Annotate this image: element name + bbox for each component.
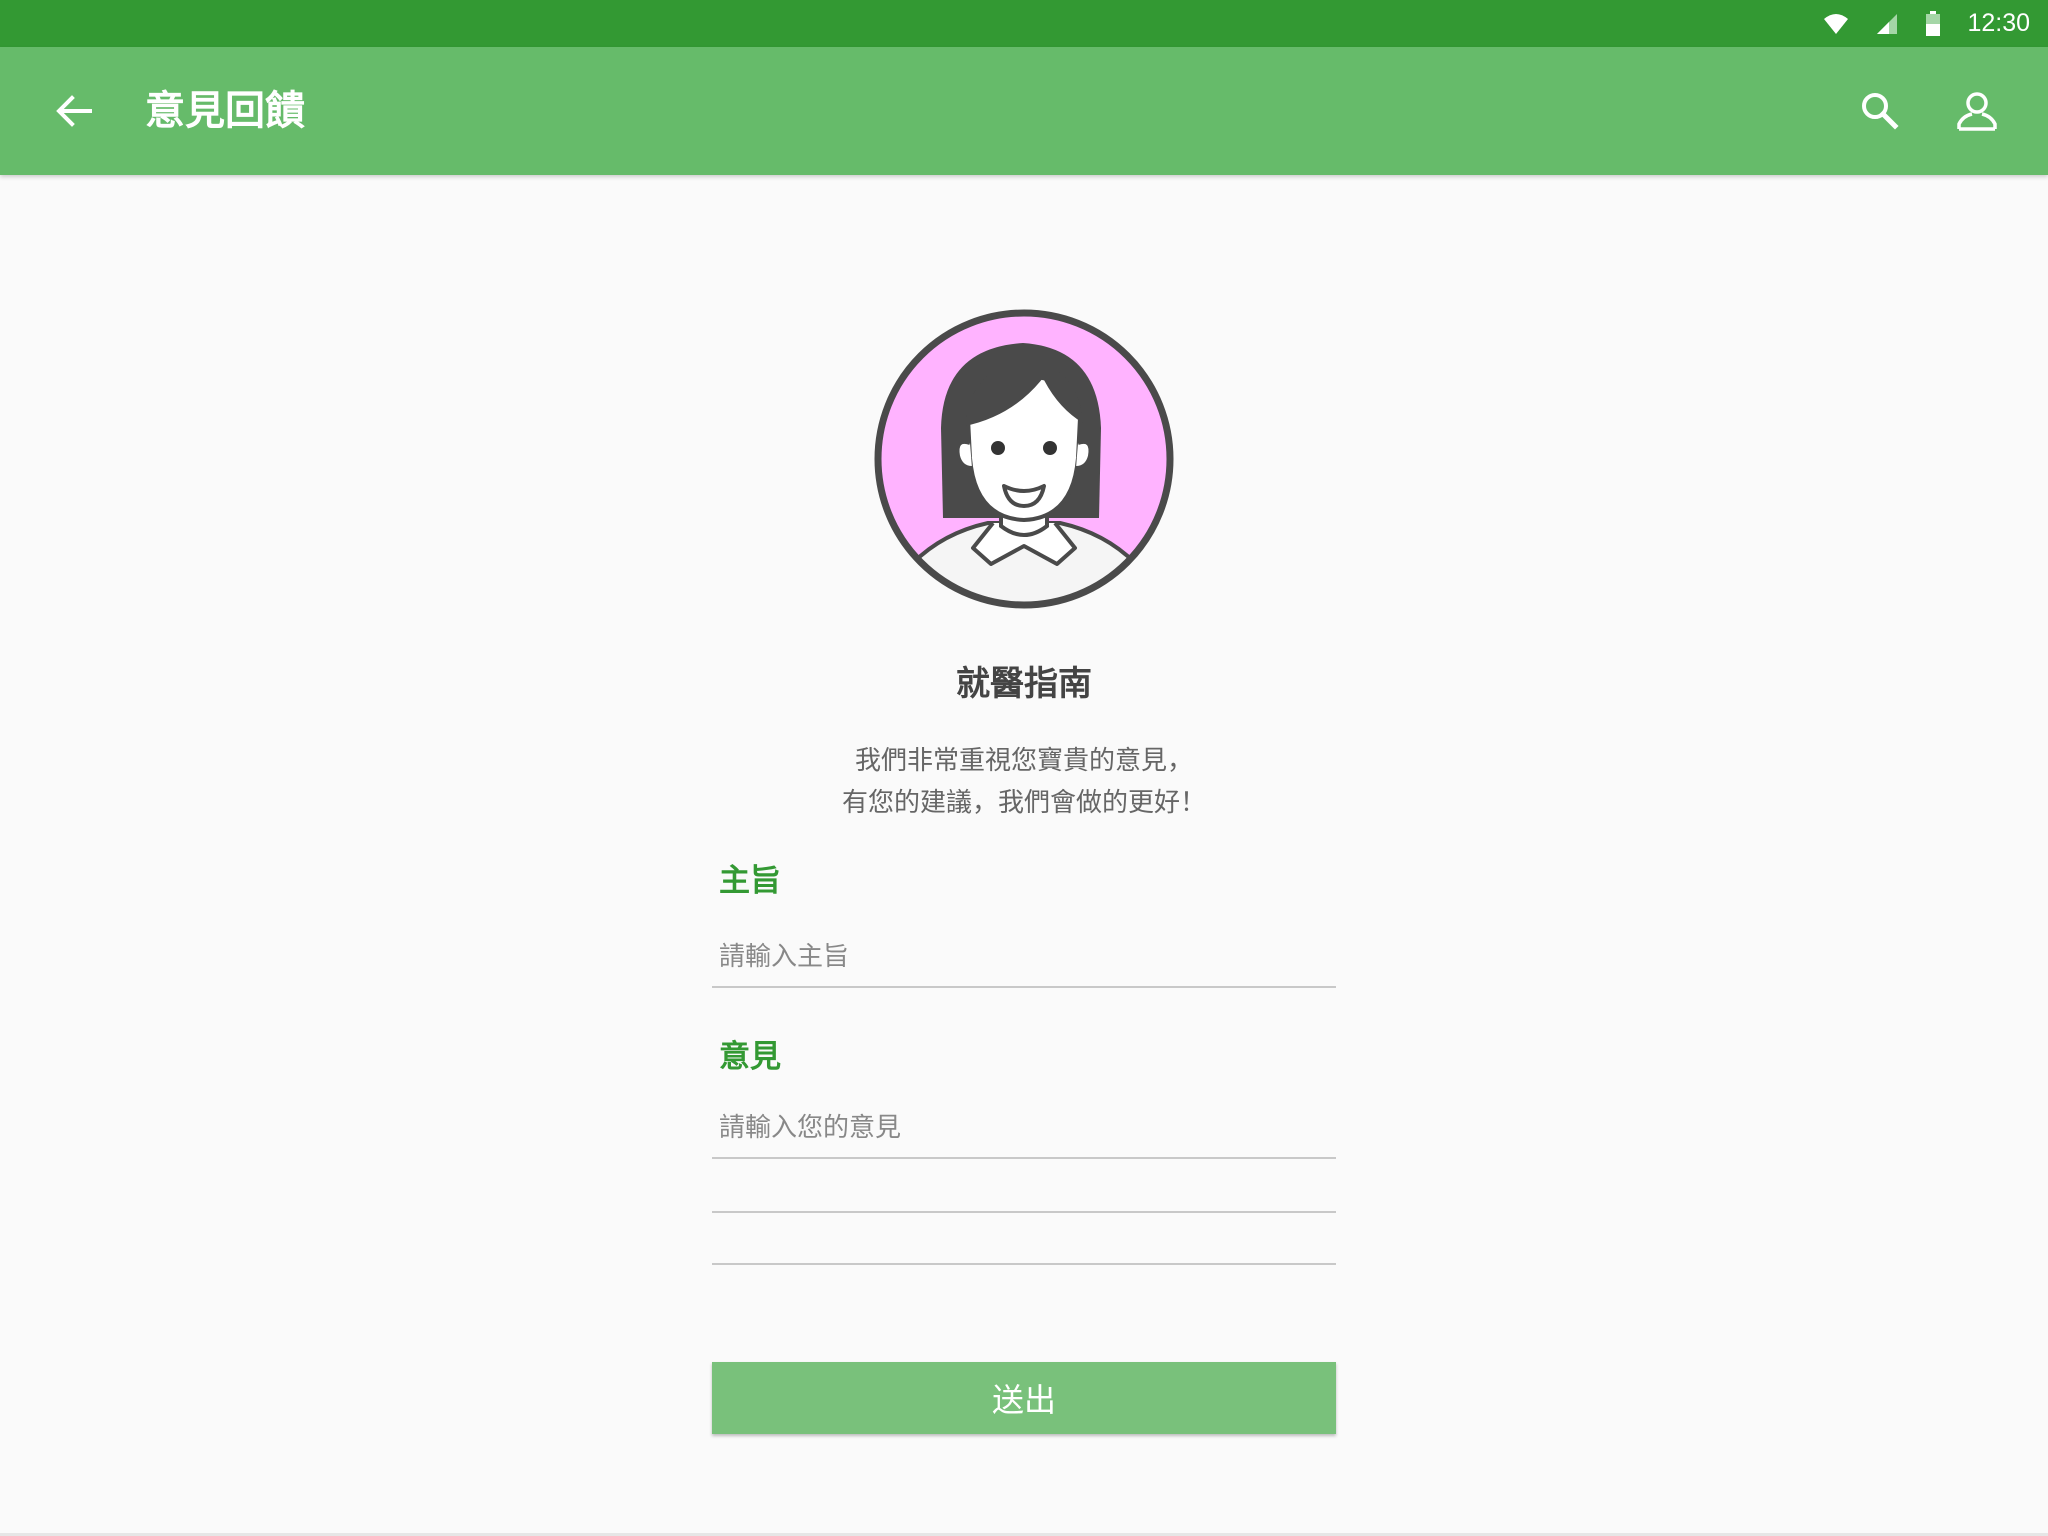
feedback-label: 意見 (719, 1039, 781, 1075)
subject-input[interactable] (712, 928, 1336, 988)
status-bar: 12:30 (0, 0, 2048, 47)
intro-line-2: 有您的建議，我們會做的更好！ (841, 788, 1206, 818)
back-button[interactable] (50, 87, 98, 135)
signal-icon (1877, 13, 1898, 34)
app-bar: 意見回饋 (0, 47, 2048, 175)
feedback-line-3[interactable] (712, 1263, 1336, 1265)
wifi-icon (1824, 13, 1849, 34)
subject-label: 主旨 (719, 863, 781, 899)
intro-line-1: 我們非常重視您寶貴的意見， (854, 746, 1193, 776)
account-icon (1957, 92, 1997, 131)
account-button[interactable] (1953, 87, 2001, 135)
submit-button[interactable]: 送出 (712, 1362, 1336, 1434)
feedback-line-2[interactable] (712, 1211, 1336, 1213)
doctor-avatar-icon (874, 309, 1174, 609)
search-button[interactable] (1857, 88, 1903, 134)
page-title: 意見回饋 (145, 88, 305, 134)
search-icon (1862, 93, 1899, 130)
battery-icon (1926, 10, 1941, 36)
status-time: 12:30 (1967, 9, 2030, 37)
intro-text: 我們非常重視您寶貴的意見， 有您的建議，我們會做的更好！ (0, 740, 2048, 824)
feedback-input[interactable] (712, 1099, 1336, 1159)
arrow-left-icon (56, 95, 92, 127)
status-icons: 12:30 (1823, 0, 2030, 47)
app-name: 就醫指南 (956, 664, 1092, 704)
